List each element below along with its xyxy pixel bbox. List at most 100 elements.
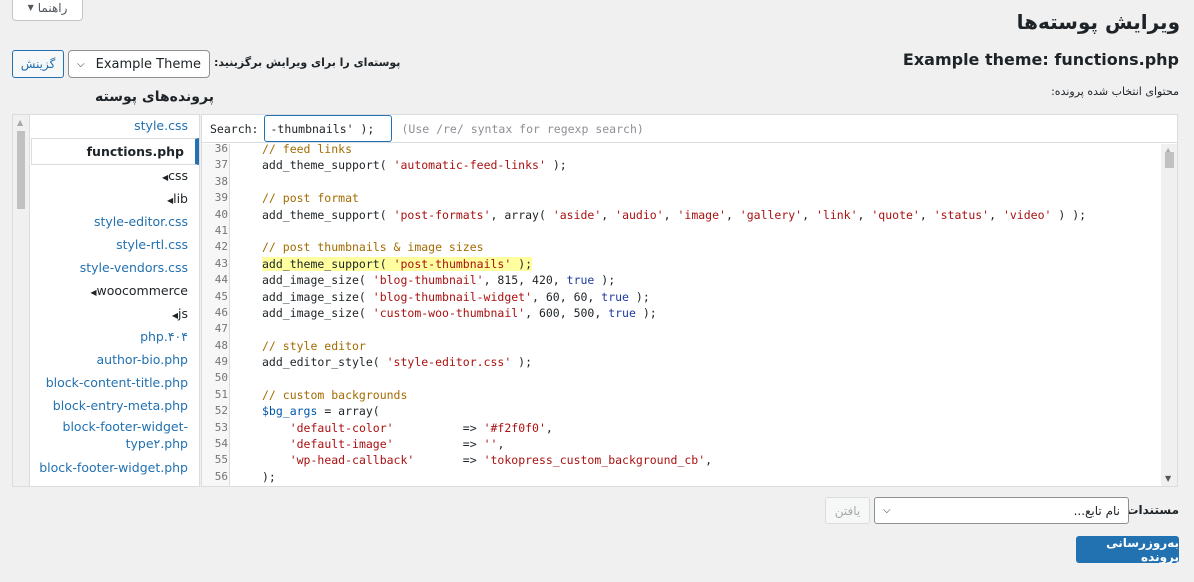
help-label: راهنما — [37, 0, 68, 15]
folder-label: woocommerce — [96, 283, 188, 298]
file-list-item[interactable]: block-content-title.php — [31, 372, 199, 395]
theme-files-panel: ▲ style.css functions.php ◀css ◀lib style-ed… — [12, 114, 200, 487]
scrollbar-thumb[interactable] — [1165, 152, 1174, 168]
page-title: ویرایش پوسته‌ها — [1016, 10, 1180, 34]
line-number: 51 — [214, 387, 228, 401]
search-input[interactable]: -thumbnails' ); — [264, 115, 393, 142]
code-text: add_theme_support( 'automatic-feed-links… — [262, 158, 567, 173]
line-number: 41 — [214, 223, 228, 237]
code-text: add_image_size( 'blog-thumbnail', 815, 4… — [262, 273, 616, 288]
code-line[interactable]: 49 add_editor_style( 'style-editor.css' )… — [202, 354, 1161, 370]
line-number: 49 — [214, 355, 228, 369]
code-text: add_image_size( 'blog-thumbnail-widget',… — [262, 289, 650, 304]
help-button[interactable]: راهنما ▼ — [12, 0, 83, 21]
line-number: 36 — [214, 142, 228, 155]
file-list-item[interactable]: block-entry-meta.php — [31, 395, 199, 418]
line-number: 52 — [214, 404, 228, 418]
code-line[interactable]: 53 'default-color' => '#f2f0f0', — [202, 420, 1161, 436]
file-list-item[interactable]: style-rtl.css — [31, 234, 199, 257]
file-list-item[interactable]: style.css — [31, 115, 199, 138]
line-number: 38 — [214, 174, 228, 188]
lookup-button[interactable]: یافتن — [825, 497, 870, 524]
code-line[interactable]: 45 add_image_size( 'blog-thumbnail-widget… — [202, 289, 1161, 305]
line-number: 37 — [214, 158, 228, 172]
code-line[interactable]: 47 — [202, 321, 1161, 337]
code-line[interactable]: 44 add_image_size( 'blog-thumbnail', 815,… — [202, 272, 1161, 288]
file-list-item[interactable]: functions.php — [31, 138, 199, 165]
line-number: 48 — [214, 338, 228, 352]
code-line[interactable]: 40 add_theme_support( 'post-formats', arr… — [202, 207, 1161, 223]
file-list-folder[interactable]: ◀woocommerce — [31, 280, 199, 303]
line-number: 55 — [214, 453, 228, 467]
file-list-item[interactable]: php.۴۰۴ — [31, 326, 199, 349]
file-list-item[interactable]: style-editor.css — [31, 211, 199, 234]
file-list-item[interactable]: style-vendors.css — [31, 257, 199, 280]
code-line[interactable]: 39 // post format — [202, 190, 1161, 206]
code-line[interactable]: 55 'wp-head-callback' => 'tokopress_cust… — [202, 452, 1161, 468]
folder-label: lib — [173, 191, 188, 206]
code-line[interactable]: 51 // custom backgrounds — [202, 387, 1161, 403]
line-number: 53 — [214, 420, 228, 434]
code-line[interactable]: 57add_theme_support( 'custom-background'… — [202, 485, 1161, 486]
search-input-value: -thumbnails' ); — [270, 121, 375, 136]
scrollbar-thumb[interactable] — [17, 131, 25, 209]
search-bar: Search: -thumbnails' ); (Use /re/ syntax… — [202, 115, 1177, 143]
code-editor[interactable]: 36 // feed links 37 add_theme_support( 'aut… — [201, 114, 1178, 487]
file-list-item[interactable]: block-footer-widget-type۲.php — [31, 418, 199, 457]
file-list-item[interactable]: block-footer-widget.php — [31, 457, 199, 480]
code-text: add_image_size( 'custom-woo-thumbnail', … — [262, 305, 657, 320]
code-text: $bg_args = array( — [262, 404, 380, 419]
line-number: 39 — [214, 191, 228, 205]
code-text: ); — [262, 469, 276, 484]
file-list-folder[interactable]: ◀css — [31, 165, 199, 188]
code-line[interactable]: 43 add_theme_support( 'post-thumbnails' )… — [202, 256, 1161, 272]
line-number: 46 — [214, 305, 228, 319]
folder-label: js — [178, 306, 188, 321]
line-number: 40 — [214, 207, 228, 221]
function-name-select[interactable]: ⌵ ...نام تابع — [874, 497, 1129, 524]
function-name-placeholder: ...نام تابع — [1073, 503, 1120, 518]
code-line[interactable]: 52 $bg_args = array( — [202, 403, 1161, 419]
code-text: // custom backgrounds — [262, 387, 408, 402]
select-theme-button[interactable]: گزینش — [12, 50, 64, 78]
scroll-down-icon[interactable]: ▼ — [1165, 474, 1171, 483]
chevron-down-icon: ⌵ — [77, 58, 85, 70]
code-line[interactable]: 36 // feed links — [202, 141, 1161, 157]
file-list-item[interactable]: author-bio.php — [31, 349, 199, 372]
code-text: // post format — [262, 191, 359, 206]
file-heading: Example theme: functions.php — [902, 50, 1179, 69]
code-text: add_theme_support( 'post-formats', array… — [262, 207, 1087, 222]
code-line[interactable]: 41 — [202, 223, 1161, 239]
file-list-folder[interactable]: ◀lib — [31, 188, 199, 211]
code-text: add_theme_support( 'custom-background', … — [228, 485, 615, 486]
code-line[interactable]: 50 — [202, 370, 1161, 386]
line-number: 50 — [214, 371, 228, 385]
code-text: 'default-image' => '', — [289, 437, 505, 452]
theme-select-label: پوسته‌ای را برای ویرایش برگزینید: — [214, 56, 401, 69]
code-area[interactable]: 36 // feed links 37 add_theme_support( 'aut… — [202, 141, 1161, 486]
line-number: 56 — [214, 469, 228, 483]
code-line[interactable]: 42 // post thumbnails & image sizes — [202, 239, 1161, 255]
code-line[interactable]: 46 add_image_size( 'custom-woo-thumbnail'… — [202, 305, 1161, 321]
code-line[interactable]: 56); — [202, 469, 1161, 485]
update-file-button[interactable]: به‌روزرسانی پرونده — [1076, 536, 1179, 564]
file-list-folder[interactable]: ◀js — [31, 303, 199, 326]
theme-select[interactable]: ⌵ Example Theme — [68, 50, 210, 78]
line-number: 42 — [214, 240, 228, 254]
code-text: 'wp-head-callback' => 'tokopress_custom_… — [289, 453, 713, 468]
code-line[interactable]: 48 // style editor — [202, 338, 1161, 354]
code-line[interactable]: 37 add_theme_support( 'automatic-feed-lin… — [202, 157, 1161, 173]
code-line[interactable]: 38 — [202, 174, 1161, 190]
theme-files-heading: پرونده‌های پوسته — [95, 89, 214, 105]
file-list-scrollbar[interactable]: ▲ — [13, 115, 30, 486]
search-label: Search: — [210, 121, 259, 136]
code-line[interactable]: 54 'default-image' => '', — [202, 436, 1161, 452]
file-list: style.css functions.php ◀css ◀lib style-edit… — [31, 115, 199, 480]
scroll-up-icon[interactable]: ▲ — [17, 118, 23, 127]
editor-scrollbar[interactable]: ▲ ▼ — [1161, 144, 1177, 486]
code-text: add_editor_style( 'style-editor.css' ); — [262, 355, 533, 370]
